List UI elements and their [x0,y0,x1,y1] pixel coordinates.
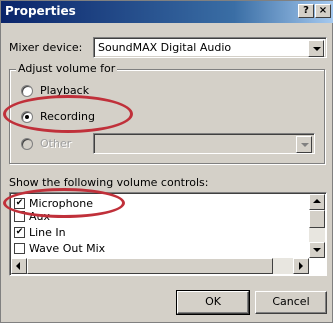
microphone-label: Microphone [29,197,94,210]
vertical-scroll-thumb[interactable] [309,210,325,228]
scroll-up-icon[interactable] [309,194,325,210]
mixer-device-value: SoundMAX Digital Audio [98,41,232,54]
line-in-label: Line In [29,226,66,239]
chevron-down-icon[interactable] [296,136,312,153]
aux-label: Aux [29,210,51,223]
chevron-down-icon[interactable] [308,40,324,57]
scroll-down-icon[interactable] [309,242,325,258]
volume-controls-list[interactable]: ✔ Microphone Aux ✔ Line In Wave Out Mix [9,192,327,276]
other-device-select[interactable] [93,133,315,154]
cancel-button[interactable]: Cancel [255,291,327,314]
ok-button[interactable]: OK [176,290,250,315]
properties-dialog: Properties ? × Mixer device: SoundMAX Di… [0,0,333,323]
wave-out-mix-label: Wave Out Mix [29,242,106,255]
playback-radio[interactable] [21,85,33,97]
microphone-checkbox[interactable]: ✔ [14,198,25,209]
mixer-device-select[interactable]: SoundMAX Digital Audio [93,37,327,58]
aux-checkbox[interactable] [14,211,25,222]
adjust-volume-title: Adjust volume for [16,62,118,75]
scroll-right-icon[interactable] [293,258,309,274]
title-bar[interactable]: Properties ? × [1,1,333,23]
horizontal-scrollbar[interactable] [11,258,309,274]
recording-radio[interactable] [21,111,33,123]
playback-label[interactable]: Playback [40,84,89,97]
other-label[interactable]: Other [40,137,71,150]
horizontal-scroll-thumb[interactable] [27,258,273,274]
other-radio[interactable] [21,138,33,150]
scroll-left-icon[interactable] [11,258,27,274]
close-icon[interactable]: × [315,4,331,18]
mixer-device-label: Mixer device: [9,41,83,54]
vertical-scrollbar[interactable] [309,194,325,258]
volume-controls-label: Show the following volume controls: [9,176,209,189]
line-in-checkbox[interactable]: ✔ [14,227,25,238]
help-icon[interactable]: ? [298,4,314,18]
recording-label[interactable]: Recording [40,110,95,123]
window-title: Properties [5,4,76,18]
wave-out-mix-checkbox[interactable] [14,243,25,254]
